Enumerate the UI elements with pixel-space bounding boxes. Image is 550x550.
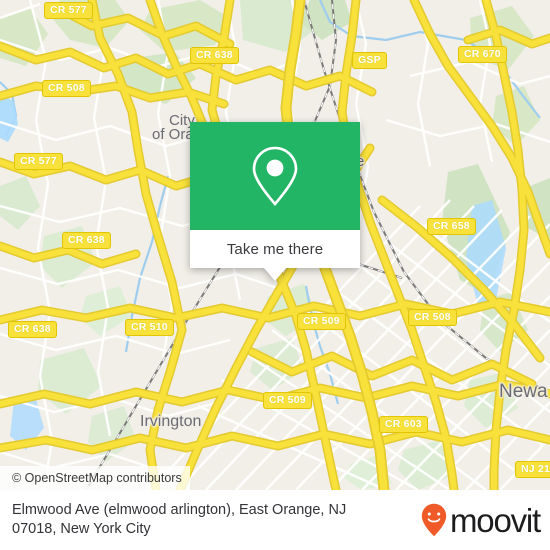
- map-attribution-text: © OpenStreetMap contributors: [12, 471, 182, 485]
- address-line-1: Elmwood Ave (elmwood arlington), East Or…: [12, 502, 347, 518]
- popup-tail: [264, 268, 286, 281]
- road-shield-cr658: CR 658: [427, 218, 476, 235]
- place-label-irvington: Irvington: [140, 413, 202, 430]
- road-shield-cr577-west: CR 577: [14, 153, 63, 170]
- address-line-2: 07018, New York City: [12, 521, 151, 537]
- footer-bar: Elmwood Ave (elmwood arlington), East Or…: [0, 490, 550, 550]
- popup-image-panel: [190, 122, 360, 230]
- moovit-logo[interactable]: moovit: [421, 501, 541, 539]
- take-me-there-button[interactable]: Take me there: [190, 230, 360, 268]
- map-canvas[interactable]: City of Oran e Irvington Newa CR 577 CR …: [0, 0, 550, 490]
- road-shield-cr638-west: CR 638: [62, 232, 111, 249]
- map-pin-icon: [252, 146, 298, 206]
- moovit-map-screenshot: City of Oran e Irvington Newa CR 577 CR …: [0, 0, 550, 550]
- road-shield-gsp: GSP: [352, 52, 387, 69]
- moovit-wordmark: moovit: [450, 501, 541, 539]
- map-marker-popup[interactable]: Take me there: [190, 122, 360, 281]
- road-shield-cr509-upper: CR 509: [297, 313, 346, 330]
- road-shield-cr638-north: CR 638: [190, 47, 239, 64]
- place-label-newark: Newa: [499, 381, 548, 402]
- address-block: Elmwood Ave (elmwood arlington), East Or…: [12, 501, 421, 539]
- road-shield-cr509-lower: CR 509: [263, 392, 312, 409]
- road-shield-nj21: NJ 21: [515, 461, 550, 478]
- road-shield-cr577-north: CR 577: [44, 2, 93, 19]
- map-attribution[interactable]: © OpenStreetMap contributors: [0, 466, 190, 490]
- road-shield-cr603: CR 603: [379, 416, 428, 433]
- take-me-there-label: Take me there: [226, 240, 324, 258]
- road-shield-cr510: CR 510: [125, 319, 174, 336]
- road-shield-cr508-east: CR 508: [408, 309, 457, 326]
- moovit-pin-icon: [421, 503, 447, 537]
- road-shield-cr638-southwest: CR 638: [8, 321, 57, 338]
- road-shield-cr508-west: CR 508: [42, 80, 91, 97]
- road-shield-cr670: CR 670: [458, 46, 507, 63]
